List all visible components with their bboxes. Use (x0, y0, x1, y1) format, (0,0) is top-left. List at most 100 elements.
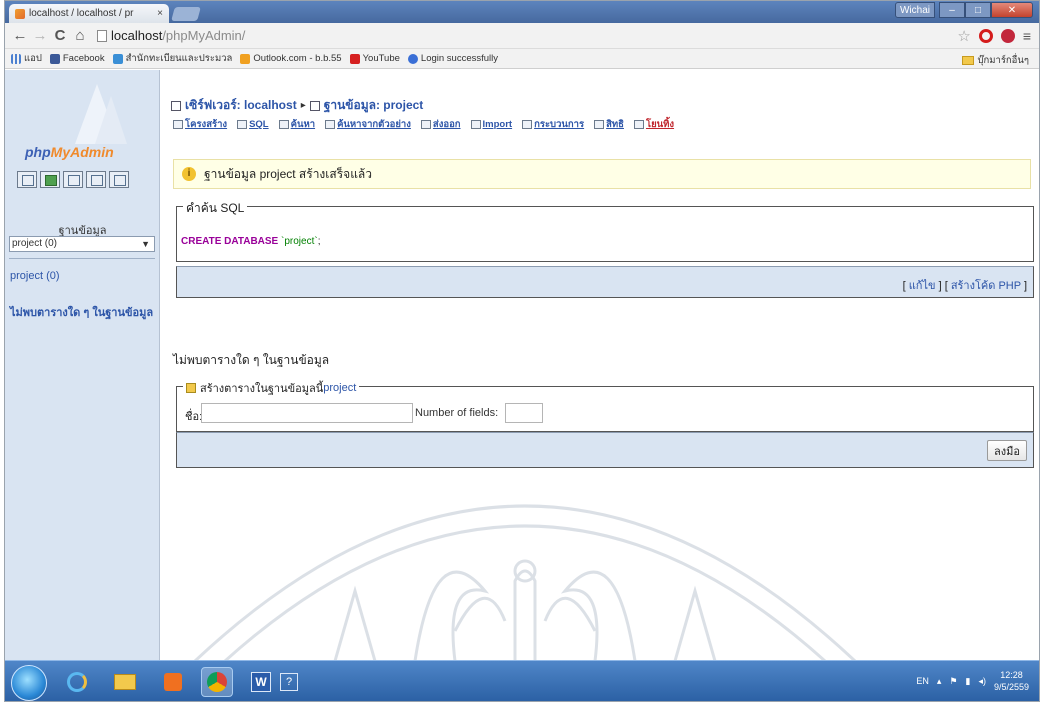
new-tab-button[interactable] (171, 7, 201, 21)
browser-toolbar: ← → C ⌂ localhost/phpMyAdmin/ ☆ ≡ (5, 23, 1039, 49)
system-tray: EN ▴ ⚑ ▮ ◂) 12:28 9/5/2559 (916, 669, 1029, 693)
bookmark-apps[interactable]: แอป (11, 51, 42, 66)
minimize-icon[interactable]: – (939, 2, 965, 18)
window-user-button[interactable]: Wichai (895, 2, 935, 18)
number-of-fields-input[interactable] (505, 403, 543, 423)
no-tables-message: ไม่พบตารางใด ๆ ในฐานข้อมูล (10, 307, 154, 319)
bookmark-star-icon[interactable]: ☆ (957, 27, 970, 45)
tray-arrow-icon[interactable]: ▴ (937, 676, 942, 687)
sql-docs-icon[interactable] (86, 171, 106, 188)
opera-extension-icon[interactable] (978, 29, 993, 43)
sql-keyword: CREATE DATABASE (181, 236, 279, 247)
browser-tab-strip: localhost / localhost / pr × Wichai – □ … (5, 1, 1039, 23)
clock[interactable]: 12:28 9/5/2559 (994, 669, 1029, 693)
notice-text: ฐานข้อมูล project สร้างเสร็จแล้ว (204, 166, 373, 181)
tab-label: Import (482, 119, 513, 130)
bookmark-label: สำนักทะเบียนและประมวล (125, 53, 233, 64)
sql-query-footer: [ แก้ไข ] [ สร้างโค้ด PHP ] (176, 266, 1034, 298)
database-link[interactable]: project (0) (10, 270, 60, 282)
reload-nav-icon[interactable] (109, 171, 129, 188)
create-table-legend: สร้างตารางในฐานข้อมูลนี้ project (183, 379, 360, 397)
bookmark-outlook[interactable]: Outlook.com - b.b.55 (240, 53, 342, 64)
export-icon (420, 120, 431, 129)
create-php-link[interactable]: สร้างโค้ด PHP (951, 280, 1021, 292)
database-select-value: project (0) (12, 238, 58, 249)
tab-close-icon[interactable]: × (157, 8, 163, 19)
bookmark-facebook[interactable]: Facebook (49, 53, 105, 64)
database-select[interactable]: project (0) ▼ (9, 236, 155, 252)
pma-main-panel: เซิร์ฟเวอร์: localhost ▸ ฐานข้อมูล: proj… (161, 70, 1039, 660)
forward-icon[interactable]: → (31, 27, 49, 44)
ie-icon (67, 672, 87, 692)
taskbar-ie[interactable] (61, 667, 93, 697)
site-icon (112, 53, 123, 64)
flag-icon[interactable]: ⚑ (949, 676, 957, 687)
edit-link[interactable]: แก้ไข (909, 280, 936, 292)
reload-icon[interactable]: C (51, 27, 69, 44)
phpmyadmin-logo[interactable]: phpMyAdmin (15, 84, 145, 164)
folder-icon (962, 56, 975, 65)
windows-taskbar: W ? EN ▴ ⚑ ▮ ◂) 12:28 9/5/2559 (5, 660, 1039, 701)
tab-search[interactable]: ค้นหา (278, 117, 315, 132)
tab-import[interactable]: Import (470, 117, 513, 132)
sql-end: ; (317, 236, 321, 247)
address-bar[interactable]: localhost/phpMyAdmin/ (111, 28, 245, 43)
divider (9, 258, 155, 259)
language-indicator[interactable]: EN (916, 676, 929, 686)
bookmark-label: Facebook (62, 53, 105, 64)
server-icon (171, 100, 181, 111)
tab-query[interactable]: ค้นหาจากตัวอย่าง (325, 117, 411, 132)
tab-sql[interactable]: SQL (237, 117, 269, 132)
close-window-icon[interactable]: ✕ (991, 2, 1033, 18)
search-icon (278, 120, 289, 129)
back-icon[interactable]: ← (11, 27, 29, 44)
create-legend-text: สร้างตารางในฐานข้อมูลนี้ (200, 383, 324, 395)
table-name-input[interactable] (201, 403, 413, 423)
browser-tab[interactable]: localhost / localhost / pr × (9, 4, 169, 23)
create-legend-db[interactable]: project (323, 382, 356, 394)
database-icon (309, 100, 320, 111)
pma-navigation-panel: phpMyAdmin ฐานข้อมูล project (0) ▼ proje… (5, 70, 160, 660)
maximize-icon[interactable]: □ (965, 2, 991, 18)
browser-menu-icon[interactable]: ≡ (1023, 28, 1031, 44)
breadcrumb-server[interactable]: เซิร์ฟเวอร์: localhost (185, 96, 297, 115)
taskbar-help[interactable]: ? (273, 667, 305, 697)
tab-label: ค้นหาจากตัวอย่าง (337, 119, 411, 130)
create-table-footer: ลงมือ (176, 432, 1034, 468)
screenshot-frame: localhost / localhost / pr × Wichai – □ … (4, 0, 1040, 702)
chrome-icon (207, 672, 227, 692)
bookmark-label: แอป (24, 53, 42, 64)
taskbar-explorer[interactable] (109, 667, 141, 697)
clock-date: 9/5/2559 (993, 682, 1029, 692)
query-window-icon[interactable] (40, 171, 60, 188)
other-bookmarks[interactable]: บุ๊กมาร์กอื่นๆ (962, 53, 1029, 68)
database-tabs: โครงสร้าง SQL ค้นหา ค้นหาจากตัวอย่าง ส่ง… (173, 117, 674, 132)
breadcrumb-database[interactable]: ฐานข้อมูล: project (324, 96, 424, 115)
new-table-icon (186, 383, 196, 393)
url-host: localhost (111, 28, 163, 43)
docs-icon[interactable] (63, 171, 83, 188)
tab-privileges[interactable]: สิทธิ (594, 117, 624, 132)
extension-icon[interactable] (1000, 29, 1015, 43)
taskbar-media[interactable] (157, 667, 189, 697)
taskbar-chrome[interactable] (201, 667, 233, 697)
home-icon[interactable]: ⌂ (71, 27, 89, 44)
tab-export[interactable]: ส่งออก (420, 117, 461, 132)
tab-operations[interactable]: กระบวนการ (522, 117, 584, 132)
go-button[interactable]: ลงมือ (987, 440, 1027, 461)
bookmark-registrar[interactable]: สำนักทะเบียนและประมวล (112, 51, 233, 66)
volume-icon[interactable]: ◂) (978, 676, 986, 687)
quick-icons (17, 171, 129, 188)
home-icon[interactable] (17, 171, 37, 188)
import-icon (470, 120, 481, 129)
network-icon[interactable]: ▮ (965, 676, 970, 687)
tab-label: โยนทิ้ง (645, 119, 675, 130)
other-bookmarks-label: บุ๊กมาร์กอื่นๆ (977, 55, 1029, 66)
start-button[interactable] (11, 665, 47, 701)
no-tables-message: ไม่พบตารางใด ๆ ในฐานข้อมูล (173, 353, 330, 367)
tab-structure[interactable]: โครงสร้าง (173, 117, 227, 132)
bookmark-login[interactable]: Login successfully (407, 53, 498, 64)
sql-query-legend: คำค้น SQL (183, 199, 248, 218)
bookmark-youtube[interactable]: YouTube (349, 53, 400, 64)
tab-drop[interactable]: โยนทิ้ง (633, 117, 675, 132)
